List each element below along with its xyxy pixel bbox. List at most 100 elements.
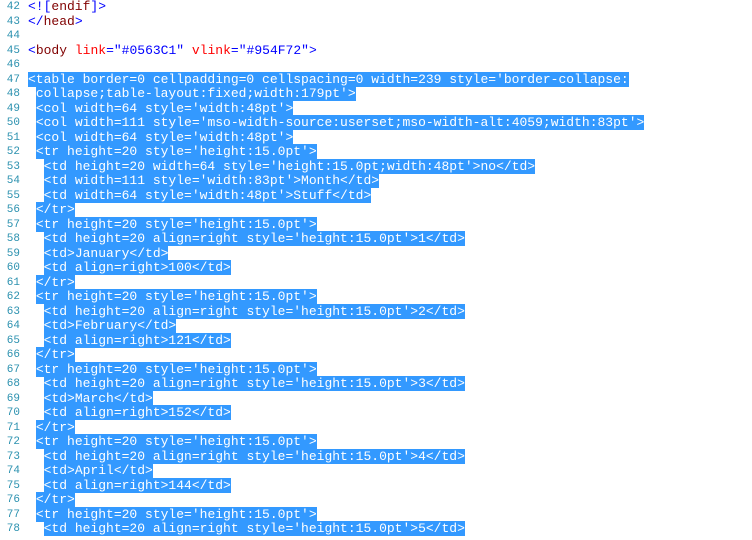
code-line[interactable]: <td>March</td> bbox=[28, 392, 752, 407]
code-line[interactable]: <col width=64 style='width:48pt'> bbox=[28, 131, 752, 146]
line-number: 69 bbox=[0, 392, 20, 407]
code-line[interactable]: <td height=20 width=64 style='height:15.… bbox=[28, 160, 752, 175]
code-token: < bbox=[28, 43, 36, 58]
code-line[interactable]: <td>April</td> bbox=[28, 464, 752, 479]
line-number: 42 bbox=[0, 0, 20, 15]
code-line[interactable]: <td height=20 align=right style='height:… bbox=[28, 232, 752, 247]
code-line[interactable]: collapse;table-layout:fixed;width:179pt'… bbox=[28, 87, 752, 102]
code-token: link bbox=[75, 43, 106, 58]
code-line[interactable]: <td height=20 align=right style='height:… bbox=[28, 377, 752, 392]
code-line[interactable]: <tr height=20 style='height:15.0pt'> bbox=[28, 508, 752, 523]
code-line[interactable]: </tr> bbox=[28, 348, 752, 363]
code-line[interactable]: <body link="#0563C1" vlink="#954F72"> bbox=[28, 44, 752, 59]
code-token: <td>March</td> bbox=[44, 391, 153, 406]
line-number: 65 bbox=[0, 334, 20, 349]
code-line[interactable]: <td height=20 align=right style='height:… bbox=[28, 450, 752, 465]
code-token: <tr height=20 style='height:15.0pt'> bbox=[36, 289, 317, 304]
code-line[interactable]: <td>February</td> bbox=[28, 319, 752, 334]
code-line[interactable]: </tr> bbox=[28, 421, 752, 436]
code-token: <td align=right>152</td> bbox=[44, 405, 231, 420]
code-line[interactable]: <col width=64 style='width:48pt'> bbox=[28, 102, 752, 117]
line-number: 74 bbox=[0, 464, 20, 479]
code-token: <col width=64 style='width:48pt'> bbox=[36, 101, 293, 116]
code-token: <![ bbox=[28, 0, 51, 14]
code-line[interactable] bbox=[28, 58, 752, 73]
code-line[interactable]: <td align=right>121</td> bbox=[28, 334, 752, 349]
code-token: <td align=right>100</td> bbox=[44, 260, 231, 275]
line-number: 61 bbox=[0, 276, 20, 291]
code-line[interactable]: <tr height=20 style='height:15.0pt'> bbox=[28, 290, 752, 305]
code-token: <table border=0 cellpadding=0 cellspacin… bbox=[28, 72, 629, 87]
code-line[interactable]: <![endif]> bbox=[28, 0, 752, 15]
code-line[interactable]: <tr height=20 style='height:15.0pt'> bbox=[28, 145, 752, 160]
code-line[interactable]: <td align=right>152</td> bbox=[28, 406, 752, 421]
line-number: 78 bbox=[0, 522, 20, 537]
code-token bbox=[184, 43, 192, 58]
code-line[interactable]: </tr> bbox=[28, 203, 752, 218]
line-number: 56 bbox=[0, 203, 20, 218]
code-line[interactable]: <col width=111 style='mso-width-source:u… bbox=[28, 116, 752, 131]
line-number: 73 bbox=[0, 450, 20, 465]
line-number: 46 bbox=[0, 58, 20, 73]
code-token: "#0563C1" bbox=[114, 43, 184, 58]
code-line[interactable]: <td align=right>100</td> bbox=[28, 261, 752, 276]
code-line[interactable]: <td>January</td> bbox=[28, 247, 752, 262]
code-line[interactable]: </head> bbox=[28, 15, 752, 30]
code-line[interactable]: <td width=64 style='width:48pt'>Stuff</t… bbox=[28, 189, 752, 204]
code-token: </ bbox=[28, 14, 44, 29]
line-number: 54 bbox=[0, 174, 20, 189]
line-number: 49 bbox=[0, 102, 20, 117]
line-number: 48 bbox=[0, 87, 20, 102]
code-token: <tr height=20 style='height:15.0pt'> bbox=[36, 507, 317, 522]
code-token: <td>April</td> bbox=[44, 463, 153, 478]
code-token: ]> bbox=[90, 0, 106, 14]
line-number: 76 bbox=[0, 493, 20, 508]
line-number: 51 bbox=[0, 131, 20, 146]
code-token: <tr height=20 style='height:15.0pt'> bbox=[36, 362, 317, 377]
code-token: > bbox=[309, 43, 317, 58]
code-line[interactable]: <tr height=20 style='height:15.0pt'> bbox=[28, 218, 752, 233]
line-number-gutter: 4243444546474849505152535455565758596061… bbox=[0, 0, 24, 540]
code-line[interactable]: </tr> bbox=[28, 493, 752, 508]
line-number: 43 bbox=[0, 15, 20, 30]
code-token: collapse;table-layout:fixed;width:179pt'… bbox=[36, 86, 356, 101]
line-number: 60 bbox=[0, 261, 20, 276]
code-token: <col width=111 style='mso-width-source:u… bbox=[36, 115, 645, 130]
code-line[interactable]: <td height=20 align=right style='height:… bbox=[28, 522, 752, 537]
line-number: 66 bbox=[0, 348, 20, 363]
line-number: 52 bbox=[0, 145, 20, 160]
code-token: = bbox=[106, 43, 114, 58]
code-token: <tr height=20 style='height:15.0pt'> bbox=[36, 144, 317, 159]
code-token: head bbox=[44, 14, 75, 29]
code-line[interactable]: <table border=0 cellpadding=0 cellspacin… bbox=[28, 73, 752, 88]
code-token: <td height=20 width=64 style='height:15.… bbox=[44, 159, 535, 174]
code-token bbox=[67, 43, 75, 58]
line-number: 58 bbox=[0, 232, 20, 247]
code-token: > bbox=[75, 14, 83, 29]
code-content[interactable]: <![endif]></head><body link="#0563C1" vl… bbox=[24, 0, 752, 540]
code-token: </tr> bbox=[36, 202, 75, 217]
line-number: 63 bbox=[0, 305, 20, 320]
line-number: 64 bbox=[0, 319, 20, 334]
code-token: <td height=20 align=right style='height:… bbox=[44, 231, 465, 246]
code-line[interactable]: <td align=right>144</td> bbox=[28, 479, 752, 494]
line-number: 50 bbox=[0, 116, 20, 131]
code-token: <td align=right>144</td> bbox=[44, 478, 231, 493]
line-number: 77 bbox=[0, 508, 20, 523]
line-number: 45 bbox=[0, 44, 20, 59]
code-token: <td width=64 style='width:48pt'>Stuff</t… bbox=[44, 188, 372, 203]
line-number: 62 bbox=[0, 290, 20, 305]
code-token: </tr> bbox=[36, 347, 75, 362]
line-number: 71 bbox=[0, 421, 20, 436]
code-line[interactable]: <tr height=20 style='height:15.0pt'> bbox=[28, 363, 752, 378]
code-line[interactable]: <tr height=20 style='height:15.0pt'> bbox=[28, 435, 752, 450]
line-number: 68 bbox=[0, 377, 20, 392]
code-editor[interactable]: 4243444546474849505152535455565758596061… bbox=[0, 0, 752, 540]
code-line[interactable] bbox=[28, 29, 752, 44]
code-line[interactable]: </tr> bbox=[28, 276, 752, 291]
line-number: 59 bbox=[0, 247, 20, 262]
code-line[interactable]: <td height=20 align=right style='height:… bbox=[28, 305, 752, 320]
code-token: <td height=20 align=right style='height:… bbox=[44, 304, 465, 319]
code-line[interactable]: <td width=111 style='width:83pt'>Month</… bbox=[28, 174, 752, 189]
code-token: <tr height=20 style='height:15.0pt'> bbox=[36, 434, 317, 449]
